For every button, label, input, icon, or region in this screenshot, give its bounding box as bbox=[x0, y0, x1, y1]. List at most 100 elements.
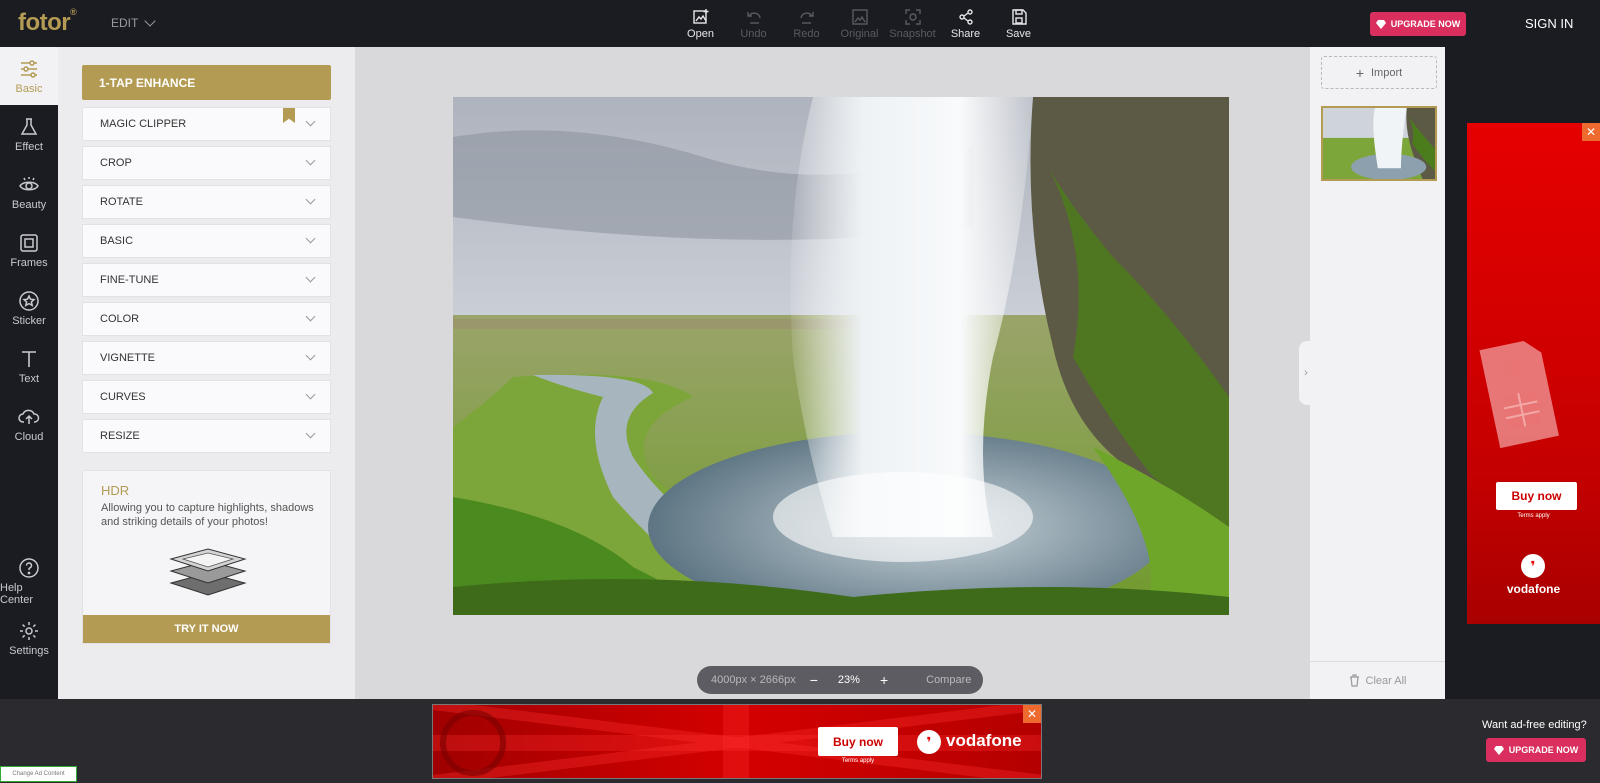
ad-free-prompt: Want ad-free editing? bbox=[1482, 719, 1587, 731]
one-tap-enhance-button[interactable]: 1-TAP ENHANCE bbox=[82, 65, 331, 100]
accordion-crop[interactable]: CROP bbox=[82, 146, 331, 180]
accordion-vignette[interactable]: VIGNETTE bbox=[82, 341, 331, 375]
vodafone-brand: vodafone bbox=[1506, 582, 1561, 596]
nav-effect[interactable]: Effect bbox=[0, 105, 58, 163]
hdr-title: HDR bbox=[101, 483, 130, 498]
star-icon bbox=[19, 290, 39, 311]
redo-icon bbox=[799, 12, 814, 24]
undo-button[interactable]: Undo bbox=[727, 8, 780, 40]
vodafone-logo-icon: ❜ bbox=[917, 730, 941, 754]
undo-icon bbox=[746, 12, 761, 24]
image-dimensions: 4000px × 2666px bbox=[711, 674, 796, 686]
clear-all-button[interactable]: Clear All bbox=[1310, 661, 1445, 699]
snapshot-button[interactable]: Snapshot bbox=[886, 8, 939, 40]
import-button[interactable]: + Import bbox=[1321, 56, 1437, 89]
gear-icon bbox=[20, 621, 38, 640]
terms-text: Terms apply bbox=[1517, 513, 1550, 519]
eye-icon bbox=[19, 176, 39, 190]
nav-help-center[interactable]: Help Center bbox=[0, 552, 58, 610]
diamond-icon bbox=[1375, 19, 1386, 29]
share-button[interactable]: Share bbox=[939, 8, 992, 40]
accordion-curves[interactable]: CURVES bbox=[82, 380, 331, 414]
edit-menu[interactable]: EDIT bbox=[111, 14, 157, 30]
accordion-fine-tune[interactable]: FINE-TUNE bbox=[82, 263, 331, 297]
vodafone-banner-ad[interactable]: Buy now Terms apply ❜ vodafone ✕ bbox=[432, 704, 1042, 779]
accordion-rotate[interactable]: ROTATE bbox=[82, 185, 331, 219]
share-icon bbox=[958, 9, 973, 25]
compare-button[interactable]: Compare bbox=[926, 674, 971, 686]
toolbar: Open Undo Redo Original Snapshot Share S… bbox=[674, 8, 1045, 40]
close-ad-icon[interactable]: ✕ bbox=[1023, 705, 1041, 723]
close-ad-icon[interactable]: ✕ bbox=[1582, 123, 1600, 141]
left-nav: Basic Effect Beauty Frames Sticker Text … bbox=[0, 47, 58, 699]
change-ad-content-link[interactable]: Change Ad Content bbox=[0, 766, 77, 782]
plus-icon: + bbox=[1355, 64, 1364, 81]
accordion-color[interactable]: COLOR bbox=[82, 302, 331, 336]
chevron-right-icon: › bbox=[1304, 367, 1308, 379]
sim-card-icon bbox=[1479, 340, 1559, 449]
text-icon bbox=[22, 350, 36, 367]
nav-frames[interactable]: Frames bbox=[0, 221, 58, 279]
waterfall-photo[interactable] bbox=[453, 97, 1229, 615]
vodafone-logo-icon: ❜ bbox=[1521, 554, 1545, 578]
bottom-bar: Buy now Terms apply ❜ vodafone ✕ Want ad… bbox=[0, 699, 1600, 783]
bookmark-icon bbox=[283, 108, 295, 123]
save-icon bbox=[1011, 9, 1027, 25]
vodafone-brand: vodafone bbox=[946, 731, 1022, 750]
nav-basic[interactable]: Basic bbox=[0, 47, 58, 105]
hdr-description: Allowing you to capture highlights, shad… bbox=[101, 502, 314, 528]
zoom-bar: 4000px × 2666px − 23% + Compare bbox=[697, 666, 983, 694]
trash-icon bbox=[1349, 674, 1359, 687]
sliders-icon bbox=[21, 59, 37, 78]
original-button[interactable]: Original bbox=[833, 8, 886, 40]
top-bar: fotor® EDIT Open Undo Redo Original Snap… bbox=[0, 0, 1600, 47]
zoom-level: 23% bbox=[837, 674, 860, 686]
chevron-down-icon bbox=[144, 14, 157, 27]
open-button[interactable]: Open bbox=[674, 8, 727, 40]
chevron-down-icon bbox=[305, 272, 316, 283]
chevron-down-icon bbox=[305, 155, 316, 166]
edit-menu-label: EDIT bbox=[111, 16, 139, 30]
image-library-panel: + Import Clear All bbox=[1310, 47, 1445, 699]
accordion-basic[interactable]: BASIC bbox=[82, 224, 331, 258]
snapshot-icon bbox=[904, 9, 921, 25]
buy-now-button[interactable]: Buy now bbox=[1496, 482, 1577, 510]
vodafone-side-ad[interactable]: ✕ Buy now Terms apply ❜ vodafone bbox=[1467, 123, 1600, 624]
editor-canvas: 4000px × 2666px − 23% + Compare › bbox=[355, 47, 1313, 699]
chevron-down-icon bbox=[305, 350, 316, 361]
nav-beauty[interactable]: Beauty bbox=[0, 163, 58, 221]
nav-sticker[interactable]: Sticker bbox=[0, 279, 58, 337]
nav-settings[interactable]: Settings bbox=[0, 609, 58, 667]
accordion-resize[interactable]: RESIZE bbox=[82, 419, 331, 453]
try-it-now-button[interactable]: TRY IT NOW bbox=[83, 615, 330, 643]
zoom-out-button[interactable]: − bbox=[810, 672, 818, 688]
layers-icon bbox=[169, 548, 247, 596]
chevron-down-icon bbox=[305, 311, 316, 322]
chevron-down-icon bbox=[305, 116, 316, 127]
nav-text[interactable]: Text bbox=[0, 337, 58, 395]
basic-tools-panel: 1-TAP ENHANCE MAGIC CLIPPER CROP ROTATE … bbox=[58, 47, 355, 699]
save-button[interactable]: Save bbox=[992, 8, 1045, 40]
cloud-upload-icon bbox=[18, 409, 40, 424]
zoom-in-button[interactable]: + bbox=[880, 672, 888, 688]
open-image-icon bbox=[692, 9, 708, 24]
fotor-logo[interactable]: fotor® bbox=[18, 7, 77, 37]
help-icon bbox=[19, 557, 39, 578]
upgrade-now-button[interactable]: UPGRADE NOW bbox=[1370, 12, 1466, 36]
image-thumbnail[interactable] bbox=[1321, 106, 1437, 181]
accordion-magic-clipper[interactable]: MAGIC CLIPPER bbox=[82, 107, 331, 141]
buy-now-button[interactable]: Buy now bbox=[818, 727, 898, 756]
sign-in-link[interactable]: SIGN IN bbox=[1525, 16, 1573, 31]
frame-icon bbox=[20, 233, 38, 252]
original-icon bbox=[851, 9, 868, 25]
diamond-icon bbox=[1493, 745, 1504, 755]
chevron-down-icon bbox=[305, 233, 316, 244]
flask-icon bbox=[20, 117, 38, 135]
upgrade-now-button-footer[interactable]: UPGRADE NOW bbox=[1486, 738, 1586, 762]
chevron-down-icon bbox=[305, 389, 316, 400]
nav-cloud[interactable]: Cloud bbox=[0, 395, 58, 453]
chevron-down-icon bbox=[305, 428, 316, 439]
redo-button[interactable]: Redo bbox=[780, 8, 833, 40]
chevron-down-icon bbox=[305, 194, 316, 205]
hdr-promo-card: HDR Allowing you to capture highlights, … bbox=[82, 470, 331, 644]
